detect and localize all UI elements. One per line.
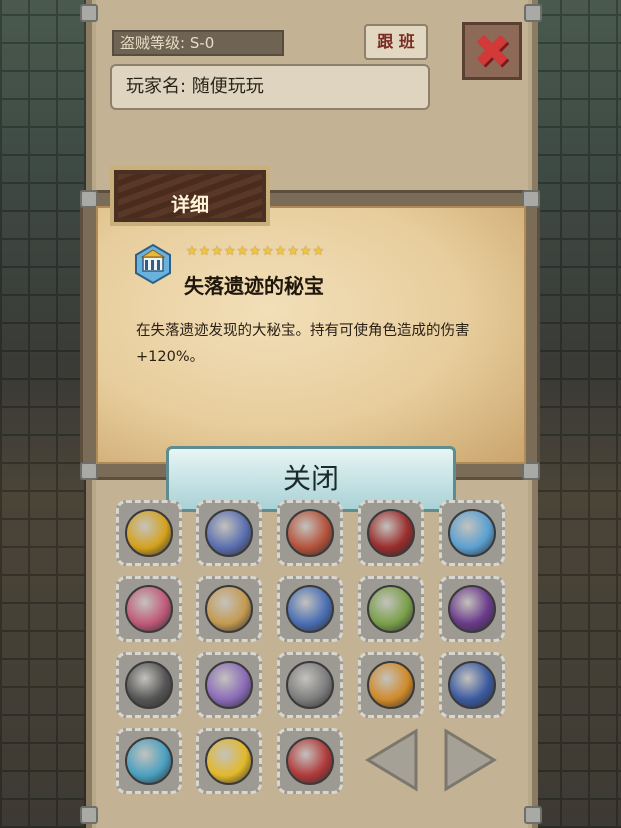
close-panel-button[interactable]: ✖ bbox=[462, 22, 522, 80]
item-slot[interactable] bbox=[196, 500, 262, 566]
item-slot[interactable] bbox=[116, 576, 182, 642]
silver-hexagon-gem-icon bbox=[286, 661, 334, 709]
prev-page-arrow-icon[interactable] bbox=[362, 727, 422, 793]
purple-wing-shield-icon bbox=[205, 661, 253, 709]
blue-swirl-orb-icon bbox=[205, 509, 253, 557]
purple-potion-icon bbox=[448, 585, 496, 633]
item-slot[interactable] bbox=[116, 728, 182, 794]
crossed-blue-swords-icon bbox=[125, 737, 173, 785]
follow-button[interactable]: 跟 班 bbox=[364, 24, 428, 60]
item-slot[interactable] bbox=[358, 500, 424, 566]
blue-temple-relic-icon bbox=[448, 509, 496, 557]
close-x-icon: ✖ bbox=[472, 24, 512, 78]
item-slot[interactable] bbox=[277, 576, 343, 642]
gold-star-medal-icon bbox=[125, 509, 173, 557]
item-slot[interactable] bbox=[277, 728, 343, 794]
item-slot[interactable] bbox=[439, 652, 505, 718]
next-page-arrow-icon[interactable] bbox=[440, 727, 500, 793]
red-gem-crown-icon bbox=[367, 509, 415, 557]
thief-level-label: 盗贼等级: S-0 bbox=[112, 30, 284, 56]
item-slot[interactable] bbox=[358, 652, 424, 718]
item-slot[interactable] bbox=[116, 500, 182, 566]
item-slot[interactable] bbox=[439, 576, 505, 642]
rivet-icon bbox=[80, 462, 98, 480]
green-feather-bow-icon bbox=[367, 585, 415, 633]
rivet-icon bbox=[522, 462, 540, 480]
rivet-icon bbox=[524, 806, 542, 824]
crossed-swords-shield-icon bbox=[286, 509, 334, 557]
player-name-field: 玩家名: 随便玩玩 bbox=[110, 64, 430, 110]
detail-tab-title: 详细 bbox=[170, 194, 209, 216]
rivet-icon bbox=[524, 4, 542, 22]
red-demon-face-icon bbox=[286, 737, 334, 785]
pink-spellbook-icon bbox=[125, 585, 173, 633]
blue-book-scroll-icon bbox=[286, 585, 334, 633]
blue-temple-relic-icon bbox=[135, 243, 171, 285]
item-description: 在失落遗迹发现的大秘宝。持有可使角色造成的伤害+120%。 bbox=[136, 323, 470, 365]
blue-crystal-octagon-icon bbox=[448, 661, 496, 709]
item-slot[interactable] bbox=[196, 652, 262, 718]
wolf-head-icon bbox=[125, 661, 173, 709]
item-slot[interactable] bbox=[439, 500, 505, 566]
item-name: 失落遗迹的秘宝 bbox=[184, 274, 324, 298]
item-slot[interactable] bbox=[277, 652, 343, 718]
item-slot[interactable] bbox=[358, 576, 424, 642]
rarity-stars: ★★★★★★★★★★★ bbox=[186, 244, 326, 259]
item-slot[interactable] bbox=[277, 500, 343, 566]
rivet-icon bbox=[80, 4, 98, 22]
item-slot[interactable] bbox=[196, 728, 262, 794]
orange-honey-hexagon-icon bbox=[367, 661, 415, 709]
rivet-icon bbox=[80, 806, 98, 824]
item-slot[interactable] bbox=[196, 576, 262, 642]
lion-head-icon bbox=[205, 585, 253, 633]
item-slot[interactable] bbox=[116, 652, 182, 718]
golden-mask-icon bbox=[205, 737, 253, 785]
